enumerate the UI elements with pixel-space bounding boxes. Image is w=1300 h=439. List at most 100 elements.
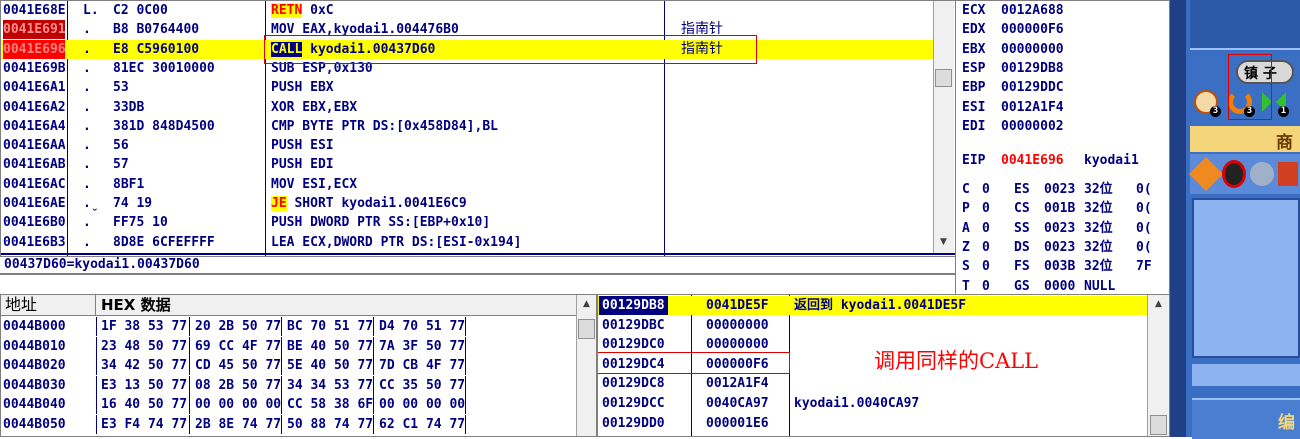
dump-divider bbox=[96, 415, 97, 434]
disasm-row[interactable]: 0041E6A2. 33DB XOR EBX,EBX bbox=[1, 98, 933, 117]
disasm-address[interactable]: 0041E6AB bbox=[3, 155, 65, 174]
disasm-address[interactable]: 0041E6B0 bbox=[3, 213, 65, 232]
dump-hex-group: 34 34 53 77 bbox=[287, 378, 374, 393]
cat-icon[interactable] bbox=[1250, 162, 1274, 186]
dump-hex-group: 7D CB 4F 77 bbox=[379, 358, 466, 373]
disasm-row[interactable]: 0041E6B0. FF75 10 PUSH DWORD PTR SS:[EBP+0… bbox=[1, 213, 933, 232]
instruction-operands: CMP BYTE PTR DS:[0x458D84],BL bbox=[271, 119, 498, 134]
register-row[interactable]: EBX 00000000 bbox=[956, 40, 1169, 59]
dump-header: 地址 HEX 数据 bbox=[1, 295, 576, 316]
extra-icon[interactable] bbox=[1278, 162, 1298, 186]
disasm-scroll-thumb[interactable] bbox=[935, 69, 952, 87]
disasm-row[interactable]: 0041E6B3. 8D8E 6CFEFFFF LEA ECX,DWORD PTR … bbox=[1, 233, 933, 252]
disasm-address[interactable]: 0041E6AA bbox=[3, 136, 65, 155]
dump-row[interactable]: 0044B030 E3 13 50 77 08 2B 50 77 34 34 53 7… bbox=[1, 376, 576, 395]
stack-address: 00129DC8 bbox=[602, 376, 665, 391]
stack-scrollbar[interactable]: ▲ bbox=[1147, 295, 1169, 436]
disasm-row[interactable]: 0041E6A4. 381D 848D4500 CMP BYTE PTR DS:[0… bbox=[1, 117, 933, 136]
disasm-marker: . bbox=[83, 138, 91, 153]
disasm-instruction: CMP BYTE PTR DS:[0x458D84],BL bbox=[271, 117, 661, 136]
dump-group-divider bbox=[465, 395, 466, 414]
disasm-instruction: PUSH EDI bbox=[271, 155, 661, 174]
disasm-marker: . bbox=[83, 100, 91, 115]
scroll-up-arrow[interactable]: ▲ bbox=[1155, 299, 1162, 309]
disasm-row[interactable]: 0041E6AC. 8BF1 MOV ESI,ECX bbox=[1, 175, 933, 194]
register-row[interactable]: ESP 00129DB8 bbox=[956, 59, 1169, 78]
dump-group-divider bbox=[465, 317, 466, 336]
disasm-address[interactable]: 0041E6AE bbox=[3, 194, 65, 213]
dump-group-divider bbox=[189, 395, 190, 414]
disasm-address[interactable]: 0041E6A2 bbox=[3, 98, 65, 117]
dump-hex-group: 08 2B 50 77 bbox=[195, 378, 282, 393]
segment-bits: 32位 bbox=[1084, 240, 1113, 255]
stack-row[interactable]: 00129DB8 0041DE5F 返回到 kyodai1.0041DE5F bbox=[598, 296, 1147, 315]
register-value: 00129DB8 bbox=[1001, 61, 1064, 76]
shop-bar[interactable]: 商 bbox=[1190, 126, 1300, 153]
register-name: ECX bbox=[962, 3, 986, 18]
disasm-row[interactable]: 0041E68E L. C2 0C00 RETN 0xC bbox=[1, 1, 933, 20]
dump-divider bbox=[96, 337, 97, 356]
instruction-operands: 0xC bbox=[302, 3, 334, 18]
disasm-row[interactable]: 0041E6A1. 53 PUSH EBX bbox=[1, 78, 933, 97]
dump-header-hex[interactable]: HEX 数据 bbox=[101, 295, 171, 315]
stack-scroll-thumb[interactable] bbox=[1150, 415, 1167, 435]
registers-pane[interactable]: ECX 0012A688 EDX 000000F6 EBX 00000000 ESP 0012… bbox=[955, 0, 1170, 295]
register-row[interactable]: ECX 0012A688 bbox=[956, 1, 1169, 20]
disasm-address[interactable]: 0041E6B3 bbox=[3, 233, 65, 252]
stack-pane[interactable]: 00129DB8 0041DE5F 返回到 kyodai1.0041DE5F 0012… bbox=[597, 294, 1170, 437]
register-row[interactable]: ESI 0012A1F4 bbox=[956, 98, 1169, 117]
disasm-address[interactable]: 0041E696 bbox=[3, 40, 65, 59]
flag-row[interactable]: Z 0 DS 0023 32位 0( bbox=[956, 238, 1169, 257]
disasm-row[interactable]: 0041E6AB. 57 PUSH EDI bbox=[1, 155, 933, 174]
memory-dump-pane[interactable]: 地址 HEX 数据 0044B000 1F 38 53 77 20 2B 50 77… bbox=[0, 294, 597, 437]
item-icon[interactable] bbox=[1189, 157, 1223, 191]
dump-hex-group: CC 58 38 6F bbox=[287, 397, 374, 412]
stack-row[interactable]: 00129DCC 0040CA97 kyodai1.0040CA97 bbox=[598, 394, 1147, 413]
disasm-row[interactable]: 0041E6AA. 56 PUSH ESI bbox=[1, 136, 933, 155]
dump-row[interactable]: 0044B040 16 40 50 77 00 00 00 00 CC 58 38 6… bbox=[1, 395, 576, 414]
flag-value: 0 bbox=[982, 201, 990, 216]
flag-row[interactable]: C 0 ES 0023 32位 0( bbox=[956, 180, 1169, 199]
dump-hex-group: 34 42 50 77 bbox=[101, 358, 188, 373]
disasm-marker: L. bbox=[83, 3, 99, 18]
stack-row[interactable]: 00129DBC 00000000 bbox=[598, 316, 1147, 335]
register-row[interactable]: EBP 00129DDC bbox=[956, 78, 1169, 97]
dump-row[interactable]: 0044B010 23 48 50 77 69 CC 4F 77 BE 40 50 7… bbox=[1, 337, 576, 356]
register-row[interactable]: EDI 00000002 bbox=[956, 117, 1169, 136]
disasm-row[interactable]: 0041E6AE .ˬ 74 19 JE SHORT kyodai1.0041E6C9 bbox=[1, 194, 933, 213]
instruction-operands: PUSH EBX bbox=[271, 80, 334, 95]
flag-row[interactable]: A 0 SS 0023 32位 0( bbox=[956, 219, 1169, 238]
disasm-address[interactable]: 0041E6AC bbox=[3, 175, 65, 194]
pane-splitter[interactable] bbox=[0, 273, 955, 275]
disasm-address[interactable]: 0041E68E bbox=[3, 1, 65, 20]
dump-hex-group: CD 45 50 77 bbox=[195, 358, 282, 373]
dump-group-divider bbox=[373, 376, 374, 395]
penguin-icon[interactable] bbox=[1222, 160, 1246, 188]
dump-row[interactable]: 0044B050 E3 F4 74 77 2B 8E 74 77 50 88 74 7… bbox=[1, 415, 576, 434]
disasm-address[interactable]: 0041E6A1 bbox=[3, 78, 65, 97]
dump-row[interactable]: 0044B000 1F 38 53 77 20 2B 50 77 BC 70 51 7… bbox=[1, 317, 576, 336]
disasm-address[interactable]: 0041E691 bbox=[3, 20, 65, 39]
stack-highlight-box bbox=[598, 352, 790, 374]
dump-scroll-thumb[interactable] bbox=[578, 319, 595, 339]
edit-button[interactable]: 编 bbox=[1192, 398, 1300, 439]
dump-scrollbar[interactable]: ▲ bbox=[576, 295, 596, 436]
eip-row[interactable]: EIP 0041E696 kyodai1 bbox=[956, 151, 1169, 170]
disasm-marker: .ˬ bbox=[83, 196, 99, 211]
scroll-down-arrow[interactable]: ▼ bbox=[940, 237, 947, 247]
disasm-bytes: 74 19 bbox=[113, 196, 153, 211]
stack-row[interactable]: 00129DC8 0012A1F4 bbox=[598, 374, 1147, 393]
disasm-address[interactable]: 0041E6A4 bbox=[3, 117, 65, 136]
stack-row[interactable]: 00129DD0 000001E6 bbox=[598, 414, 1147, 433]
flag-row[interactable]: S 0 FS 003B 32位 7F bbox=[956, 257, 1169, 276]
dump-header-address[interactable]: 地址 bbox=[5, 295, 37, 315]
register-name: EBX bbox=[962, 42, 986, 57]
register-row[interactable]: EDX 000000F6 bbox=[956, 20, 1169, 39]
scroll-up-arrow[interactable]: ▲ bbox=[583, 299, 590, 309]
flag-row[interactable]: P 0 CS 001B 32位 0( bbox=[956, 199, 1169, 218]
disasm-scrollbar[interactable]: ▼ bbox=[933, 1, 954, 253]
flag-row[interactable]: T 0 GS 0000 NULL bbox=[956, 277, 1169, 294]
disasm-address[interactable]: 0041E69B bbox=[3, 59, 65, 78]
dump-row[interactable]: 0044B020 34 42 50 77 CD 45 50 77 5E 40 50 7… bbox=[1, 356, 576, 375]
eip-label: kyodai1 bbox=[1084, 153, 1139, 168]
